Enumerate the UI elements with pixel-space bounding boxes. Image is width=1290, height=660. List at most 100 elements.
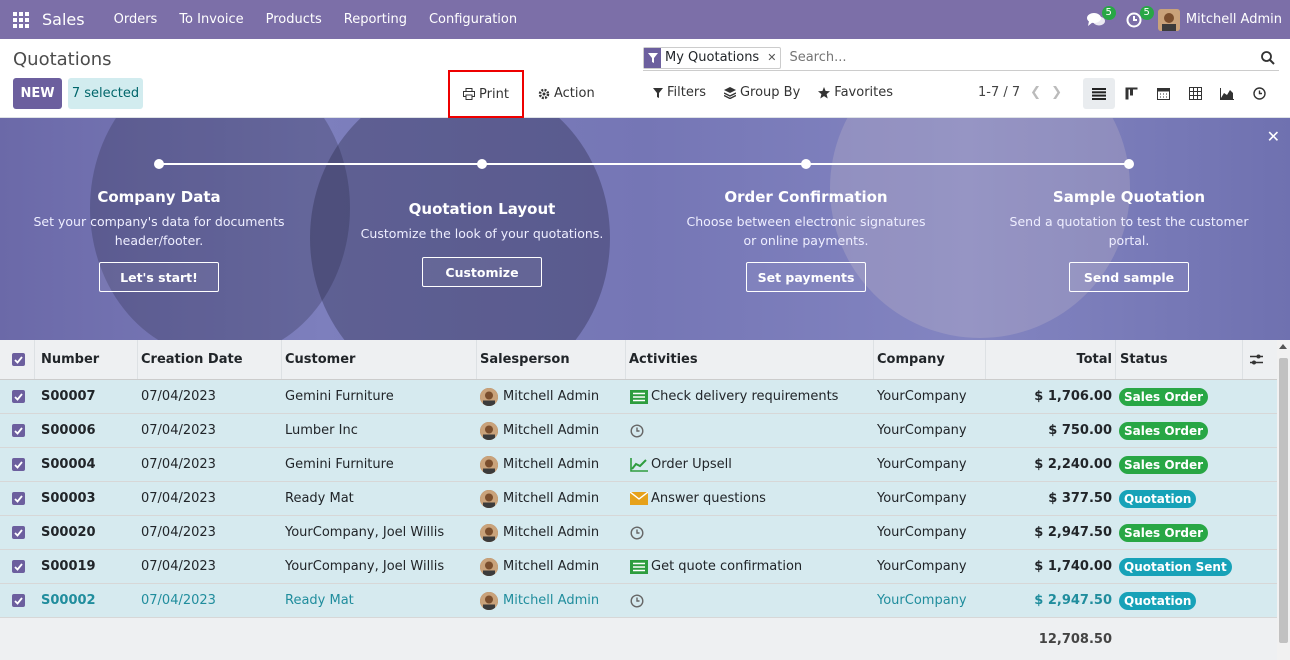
filters-dropdown[interactable]: Filters (653, 85, 706, 100)
messaging-menu[interactable]: 5 (1082, 0, 1116, 39)
clock-icon[interactable] (630, 525, 644, 540)
step-description: header/footer. (114, 233, 204, 248)
onboarding-step-order-confirmation: Order Confirmation Choose between electr… (666, 188, 946, 292)
scroll-up-icon[interactable] (1279, 344, 1287, 349)
new-button[interactable]: NEW (13, 78, 62, 109)
cell-number: S00007 (41, 389, 96, 404)
row-checkbox[interactable] (12, 584, 25, 617)
select-all-checkbox[interactable] (12, 340, 25, 379)
favorites-dropdown[interactable]: Favorites (818, 85, 893, 100)
row-checkbox[interactable] (12, 482, 25, 515)
action-button[interactable]: Action (538, 78, 595, 109)
cell-creation-date: 07/04/2023 (141, 457, 216, 472)
cell-status: Quotation Sent (1119, 550, 1232, 583)
table-row[interactable]: S00003 07/04/2023 Ready Mat Mitchell Adm… (0, 482, 1277, 516)
menu-orders[interactable]: Orders (103, 12, 169, 27)
cell-activities[interactable] (630, 414, 647, 447)
app-brand[interactable]: Sales (42, 10, 85, 29)
salesperson-avatar (480, 591, 498, 610)
app-switcher-icon[interactable] (0, 0, 42, 39)
selected-count-badge[interactable]: 7 selected (68, 78, 143, 109)
clock-icon[interactable] (630, 423, 644, 438)
clock-icon[interactable] (630, 593, 644, 608)
menu-products[interactable]: Products (255, 12, 333, 27)
activities-badge: 5 (1139, 6, 1154, 20)
user-avatar[interactable] (1157, 8, 1180, 31)
column-total[interactable]: Total (1076, 340, 1112, 379)
menu-to-invoice[interactable]: To Invoice (168, 12, 254, 27)
table-row[interactable]: S00020 07/04/2023 YourCompany, Joel Will… (0, 516, 1277, 550)
table-row[interactable]: S00007 07/04/2023 Gemini Furniture Mitch… (0, 380, 1277, 414)
cell-customer: Lumber Inc (285, 423, 358, 438)
star-icon (818, 86, 831, 98)
todo-list-icon[interactable] (630, 389, 648, 404)
salesperson-name: Mitchell Admin (503, 593, 600, 608)
set-payments-button[interactable]: Set payments (746, 262, 866, 292)
calendar-view-icon[interactable] (1147, 78, 1179, 109)
table-row[interactable]: S00004 07/04/2023 Gemini Furniture Mitch… (0, 448, 1277, 482)
groupby-dropdown[interactable]: Group By (723, 85, 801, 100)
activity-summary: Order Upsell (651, 457, 732, 472)
step-description: portal. (1108, 233, 1150, 248)
row-checkbox[interactable] (12, 414, 25, 447)
pager-value[interactable]: 1-7 / 7 (978, 85, 1020, 100)
messages-badge: 5 (1101, 6, 1116, 20)
search-facet[interactable]: My Quotations ✕ (643, 46, 782, 69)
send-sample-button[interactable]: Send sample (1069, 262, 1189, 292)
cell-company: YourCompany (877, 423, 967, 438)
activity-view-icon[interactable] (1243, 78, 1275, 109)
column-salesperson[interactable]: Salesperson (480, 340, 570, 379)
cell-creation-date: 07/04/2023 (141, 491, 216, 506)
groupby-label: Group By (739, 85, 801, 100)
cell-activities[interactable]: Answer questions (630, 482, 766, 515)
step-description: Send a quotation to test the customer (1009, 214, 1249, 229)
filter-icon (653, 87, 663, 98)
graph-view-icon[interactable] (1211, 78, 1243, 109)
scrollbar[interactable] (1277, 340, 1290, 660)
column-number[interactable]: Number (41, 340, 99, 379)
column-customer[interactable]: Customer (285, 340, 355, 379)
column-company[interactable]: Company (877, 340, 945, 379)
search-icon[interactable] (1257, 47, 1279, 69)
menu-reporting[interactable]: Reporting (333, 12, 418, 27)
lets-start-button[interactable]: Let's start! (99, 262, 219, 292)
pager-previous-icon[interactable]: ❮ (1030, 85, 1041, 100)
row-checkbox[interactable] (12, 448, 25, 481)
menu-configuration[interactable]: Configuration (418, 12, 528, 27)
row-checkbox[interactable] (12, 380, 25, 413)
banner-close-icon[interactable]: ✕ (1267, 127, 1280, 146)
search-input[interactable] (789, 50, 1257, 65)
user-name[interactable]: Mitchell Admin (1186, 12, 1282, 27)
envelope-icon[interactable] (630, 492, 648, 505)
facet-remove-icon[interactable]: ✕ (763, 48, 780, 68)
pager: 1-7 / 7 ❮ ❯ (978, 85, 1062, 100)
cell-activities[interactable]: Check delivery requirements (630, 380, 838, 413)
pager-next-icon[interactable]: ❯ (1051, 85, 1062, 100)
column-creation-date[interactable]: Creation Date (141, 340, 243, 379)
table-header: Number Creation Date Customer Salesperso… (0, 340, 1277, 380)
column-status[interactable]: Status (1120, 340, 1168, 379)
chart-line-icon[interactable] (630, 457, 648, 472)
todo-list-icon[interactable] (630, 559, 648, 574)
table-row[interactable]: S00002 07/04/2023 Ready Mat Mitchell Adm… (0, 584, 1277, 618)
activity-menu[interactable]: 5 (1120, 0, 1154, 39)
column-activities[interactable]: Activities (629, 340, 698, 379)
table-row[interactable]: S00019 07/04/2023 YourCompany, Joel Will… (0, 550, 1277, 584)
row-checkbox[interactable] (12, 516, 25, 549)
pivot-view-icon[interactable] (1179, 78, 1211, 109)
print-button[interactable]: Print (448, 70, 524, 118)
cell-salesperson: Mitchell Admin (480, 380, 599, 413)
kanban-view-icon[interactable] (1115, 78, 1147, 109)
table-row[interactable]: S00006 07/04/2023 Lumber Inc Mitchell Ad… (0, 414, 1277, 448)
cell-activities[interactable]: Get quote confirmation (630, 550, 802, 583)
cell-activities[interactable] (630, 584, 647, 617)
cell-activities[interactable]: Order Upsell (630, 448, 732, 481)
cell-status: Sales Order (1119, 448, 1209, 481)
cell-activities[interactable] (630, 516, 647, 549)
row-checkbox[interactable] (12, 550, 25, 583)
list-view-icon[interactable] (1083, 78, 1115, 109)
optional-columns-icon[interactable] (1250, 340, 1263, 379)
scrollbar-thumb[interactable] (1279, 358, 1288, 643)
table-footer: 12,708.50 (0, 618, 1277, 660)
customize-button[interactable]: Customize (422, 257, 542, 287)
